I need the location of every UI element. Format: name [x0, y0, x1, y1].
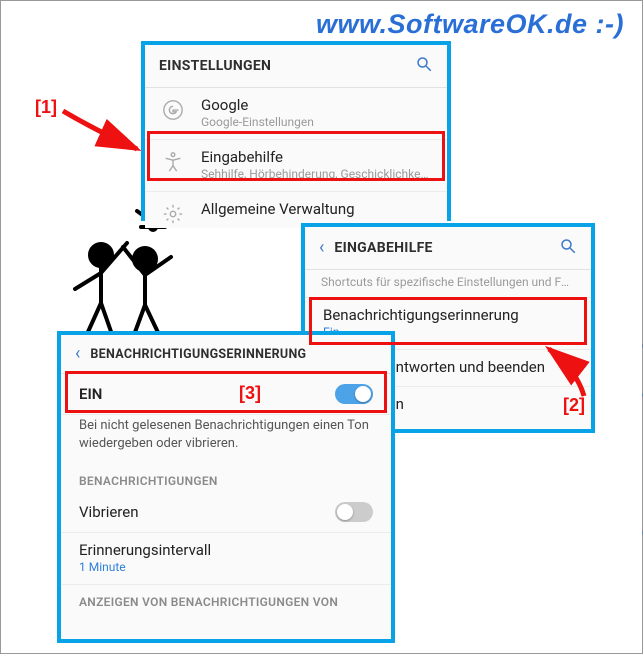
switch-label: EIN — [79, 385, 102, 403]
panel3-header: ‹ BENACHRICHTIGUNGSERINNERUNG — [61, 335, 391, 374]
accessibility-icon — [161, 150, 185, 174]
row-sub: Google-Einstellungen — [201, 115, 431, 129]
gear-icon — [161, 202, 185, 226]
panel1-header: EINSTELLUNGEN — [145, 45, 447, 88]
watermark-top: www.SoftwareOK.de :-) — [316, 9, 624, 40]
back-icon[interactable]: ‹ — [75, 345, 80, 363]
step-label-3: [3] — [239, 383, 261, 404]
section-notifications: BENACHRICHTIGUNGEN — [61, 464, 391, 492]
search-icon[interactable] — [559, 237, 577, 259]
row-sub: Sehhilfe, Hörbehinderung, Geschicklichke… — [201, 167, 431, 181]
vibrate-label: Vibrieren — [79, 503, 139, 521]
interval-label: Erinnerungsintervall — [79, 541, 375, 559]
arrow-1 — [57, 101, 147, 161]
step-label-1: [1] — [35, 97, 57, 118]
interval-row[interactable]: Erinnerungsintervall 1 Minute — [61, 533, 391, 585]
back-icon[interactable]: ‹ — [319, 239, 324, 257]
google-icon — [161, 98, 185, 122]
reminder-description: Bei nicht gelesenen Benachrichtigungen e… — [61, 415, 391, 464]
row-title: Benachrichtigungserinnerung — [323, 306, 575, 324]
panel2-title: EINGABEHILFE — [334, 240, 549, 256]
vibrate-row[interactable]: Vibrieren — [61, 492, 391, 533]
panel2-header: ‹ EINGABEHILFE — [305, 227, 591, 270]
panel3-title: BENACHRICHTIGUNGSERINNERUNG — [90, 347, 377, 362]
row-title: Allgemeine Verwaltung — [201, 200, 431, 218]
settings-row-google[interactable]: Google Google-Einstellungen — [145, 88, 447, 140]
section-show-from: ANZEIGEN VON BENACHRICHTIGUNGEN VON — [61, 585, 391, 619]
reminder-panel: ‹ BENACHRICHTIGUNGSERINNERUNG EIN Bei ni… — [57, 331, 395, 643]
arrow-2 — [529, 341, 599, 401]
master-switch-row[interactable]: EIN — [61, 374, 391, 415]
settings-panel: EINSTELLUNGEN Google Google-Einstellunge… — [141, 41, 451, 221]
watermark-side: www.SoftwareOK.de :-) — [638, 341, 643, 649]
panel1-title: EINSTELLUNGEN — [159, 58, 405, 74]
master-toggle[interactable] — [335, 384, 373, 404]
interval-value: 1 Minute — [79, 560, 375, 574]
row-title: Google — [201, 96, 431, 114]
row-title: Eingabehilfe — [201, 148, 431, 166]
search-icon[interactable] — [415, 55, 433, 77]
settings-row-accessibility[interactable]: Eingabehilfe Sehhilfe, Hörbehinderung, G… — [145, 140, 447, 192]
panel2-hint: Shortcuts für spezifische Einstellungen … — [305, 271, 591, 298]
vibrate-toggle[interactable] — [335, 502, 373, 522]
